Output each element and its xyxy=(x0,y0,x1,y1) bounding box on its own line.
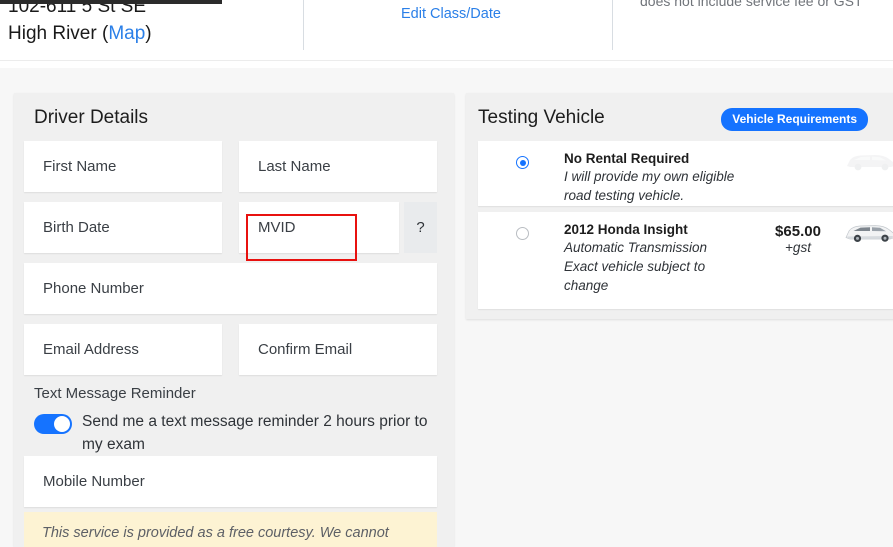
text-reminder-toggle[interactable] xyxy=(34,414,72,434)
car-icon xyxy=(844,149,893,173)
courtesy-notice-text: This service is provided as a free court… xyxy=(24,512,437,545)
first-name-placeholder: First Name xyxy=(24,158,116,175)
phone-number-placeholder: Phone Number xyxy=(24,280,144,297)
mvid-help-icon[interactable]: ? xyxy=(404,202,437,253)
mobile-number-placeholder: Mobile Number xyxy=(24,473,145,490)
vehicle-option-name-1: 2012 Honda Insight xyxy=(564,222,762,237)
address-line-2: High River (Map) xyxy=(8,21,152,46)
vehicle-price-amount-1: $65.00 xyxy=(762,223,834,240)
header-divider-1 xyxy=(303,0,304,50)
driver-details-title: Driver Details xyxy=(14,93,454,129)
header-divider-2 xyxy=(612,0,613,50)
address-paren-close: ) xyxy=(145,23,151,44)
text-reminder-toggle-row[interactable]: Send me a text message reminder 2 hours … xyxy=(34,411,440,457)
first-name-input[interactable]: First Name xyxy=(24,141,222,192)
vehicle-option-radio-0[interactable] xyxy=(516,156,529,169)
driver-details-panel: Driver Details First Name Last Name Birt… xyxy=(14,93,454,547)
vehicle-option-info-0: No Rental Required I will provide my own… xyxy=(529,141,762,205)
mvid-placeholder: MVID xyxy=(239,219,296,236)
vehicle-option-info-1: 2012 Honda Insight Automatic Transmissio… xyxy=(529,212,762,295)
courtesy-notice: This service is provided as a free court… xyxy=(24,512,437,547)
header-separator xyxy=(0,60,893,61)
email-address-input[interactable]: Email Address xyxy=(24,324,222,375)
mvid-input[interactable]: MVID xyxy=(239,202,399,253)
mobile-number-input[interactable]: Mobile Number xyxy=(24,456,437,507)
confirm-email-placeholder: Confirm Email xyxy=(239,341,352,358)
text-message-reminder-label: Text Message Reminder xyxy=(34,385,196,402)
address-city: High River ( xyxy=(8,23,108,44)
last-name-input[interactable]: Last Name xyxy=(239,141,437,192)
page-root: 102-611 5 St SE High River (Map) Edit Cl… xyxy=(0,0,893,547)
vehicle-price-gst-1: +gst xyxy=(762,240,834,255)
vehicle-option-radio-1[interactable] xyxy=(516,227,529,240)
vehicle-option-price-0 xyxy=(762,141,834,152)
top-scroll-bar xyxy=(0,0,222,4)
fee-note-text: does not include service fee or GST xyxy=(640,0,863,9)
edit-class-date-link[interactable]: Edit Class/Date xyxy=(401,6,501,22)
vehicle-option-price-1: $65.00 +gst xyxy=(762,212,834,255)
vehicle-requirements-button[interactable]: Vehicle Requirements xyxy=(721,108,868,131)
email-address-placeholder: Email Address xyxy=(24,341,139,358)
birth-date-input[interactable]: Birth Date xyxy=(24,202,222,253)
vehicle-option-desc-0: I will provide my own eligible road test… xyxy=(564,167,739,205)
vehicle-option-name-0: No Rental Required xyxy=(564,151,762,166)
vehicle-option-desc-1: Automatic Transmission Exact vehicle sub… xyxy=(564,238,739,295)
last-name-placeholder: Last Name xyxy=(239,158,331,175)
car-icon xyxy=(844,220,893,244)
page-header: 102-611 5 St SE High River (Map) Edit Cl… xyxy=(0,0,893,68)
vehicle-thumbnail-0 xyxy=(834,141,893,173)
confirm-email-input[interactable]: Confirm Email xyxy=(239,324,437,375)
text-reminder-toggle-label: Send me a text message reminder 2 hours … xyxy=(82,411,440,457)
map-link[interactable]: Map xyxy=(108,23,145,44)
vehicle-option-row[interactable]: 2012 Honda Insight Automatic Transmissio… xyxy=(478,212,893,309)
vehicle-thumbnail-1 xyxy=(834,212,893,244)
vehicle-option-row[interactable]: No Rental Required I will provide my own… xyxy=(478,141,893,206)
location-address: 102-611 5 St SE High River (Map) xyxy=(8,0,152,46)
birth-date-placeholder: Birth Date xyxy=(24,219,110,236)
testing-vehicle-panel: Testing Vehicle Vehicle Requirements No … xyxy=(466,93,893,319)
phone-number-input[interactable]: Phone Number xyxy=(24,263,437,314)
